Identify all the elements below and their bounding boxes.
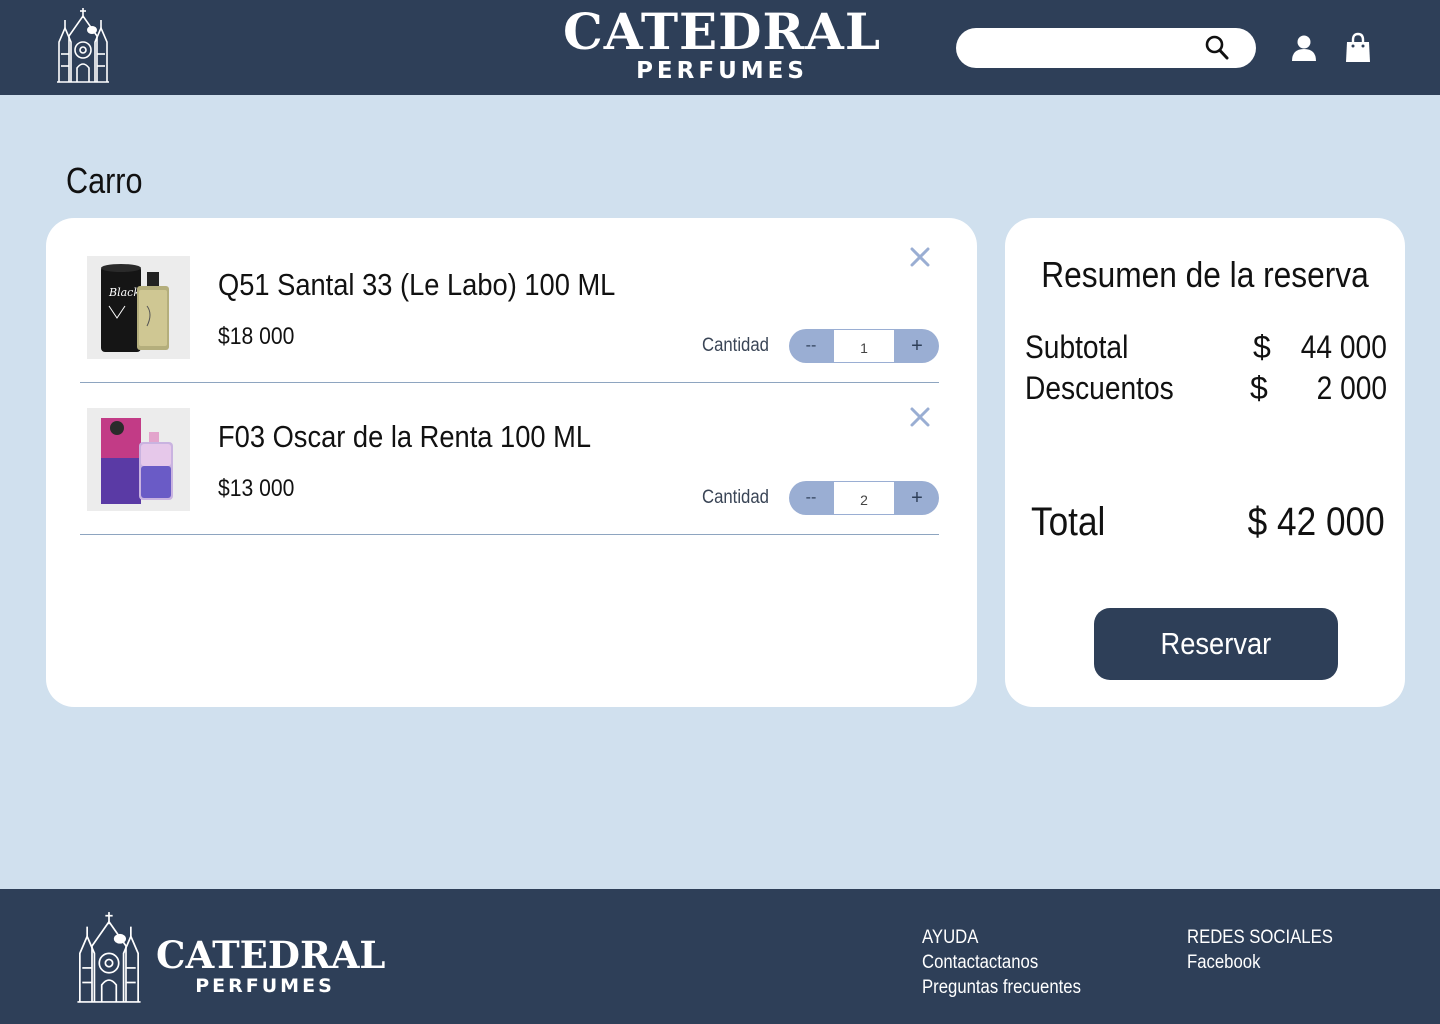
cathedral-logo-icon[interactable] <box>55 6 111 84</box>
footer-social-column: REDES SOCIALES Facebook <box>1187 925 1353 975</box>
product-name[interactable]: F03 Oscar de la Renta 100 ML <box>218 419 591 455</box>
subtotal-label: Subtotal <box>1025 329 1129 365</box>
discount-value: 2 000 <box>1316 370 1387 406</box>
svg-text:Black: Black <box>108 286 140 299</box>
subtotal-currency: $ <box>1253 329 1271 365</box>
product-image[interactable]: Black <box>87 256 190 359</box>
discount-label: Descuentos <box>1025 370 1174 406</box>
cart-panel: Black Q51 Santal 33 (Le Labo) 100 ML $18… <box>46 218 977 707</box>
footer-help-title: AYUDA <box>922 927 979 948</box>
quantity-stepper: -- 2 + <box>789 481 939 515</box>
decrease-quantity-button[interactable]: -- <box>789 329 833 363</box>
product-price: $18 000 <box>218 323 295 350</box>
footer: CATEDRAL PERFUMES AYUDA Contactactanos P… <box>0 889 1440 1024</box>
summary-title: Resumen de la reserva <box>1041 254 1369 295</box>
search-input[interactable] <box>974 34 1194 62</box>
brand-logo[interactable]: CATEDRAL PERFUMES <box>560 2 884 85</box>
reserve-button[interactable]: Reservar <box>1094 608 1338 680</box>
total-label: Total <box>1031 500 1106 544</box>
product-image[interactable] <box>87 408 190 511</box>
increase-quantity-button[interactable]: + <box>895 329 939 363</box>
decrease-quantity-button[interactable]: -- <box>789 481 833 515</box>
quantity-label: Cantidad <box>702 487 769 508</box>
product-price: $13 000 <box>218 475 295 502</box>
footer-social-title: REDES SOCIALES <box>1187 927 1333 948</box>
cart-item: Black Q51 Santal 33 (Le Labo) 100 ML $18… <box>80 231 939 383</box>
quantity-input[interactable]: 2 <box>833 481 895 515</box>
close-icon[interactable] <box>908 405 932 429</box>
quantity-stepper: -- 1 + <box>789 329 939 363</box>
increase-quantity-button[interactable]: + <box>895 481 939 515</box>
reserve-button-label: Reservar <box>1160 626 1272 661</box>
order-summary-panel: Resumen de la reserva Subtotal $ 44 000 … <box>1005 218 1405 707</box>
page-title: Carro <box>66 160 143 201</box>
search-icon[interactable] <box>1204 34 1230 62</box>
header: CATEDRAL PERFUMES <box>0 0 1440 95</box>
footer-brand-subtitle: PERFUMES <box>195 975 335 997</box>
total-value: $ 42 000 <box>1247 500 1385 544</box>
user-icon[interactable] <box>1290 34 1318 62</box>
cathedral-logo-icon[interactable] <box>75 909 143 1005</box>
discount-currency: $ <box>1250 370 1268 406</box>
brand-name: CATEDRAL <box>562 2 882 61</box>
footer-brand-name: CATEDRAL <box>156 933 386 977</box>
footer-help-column: AYUDA Contactactanos Preguntas frecuente… <box>922 925 1103 1000</box>
brand-subtitle: PERFUMES <box>636 58 808 84</box>
footer-brand[interactable]: CATEDRAL PERFUMES <box>156 933 386 997</box>
product-name[interactable]: Q51 Santal 33 (Le Labo) 100 ML <box>218 267 615 303</box>
close-icon[interactable] <box>908 245 932 269</box>
footer-link-contact[interactable]: Contactactanos <box>922 952 1038 973</box>
cart-item: F03 Oscar de la Renta 100 ML $13 000 Can… <box>80 383 939 535</box>
subtotal-value: 44 000 <box>1300 329 1387 365</box>
footer-link-faq[interactable]: Preguntas frecuentes <box>922 977 1081 998</box>
shopping-bag-icon[interactable] <box>1344 32 1372 64</box>
footer-link-facebook[interactable]: Facebook <box>1187 952 1260 973</box>
quantity-label: Cantidad <box>702 335 769 356</box>
quantity-input[interactable]: 1 <box>833 329 895 363</box>
